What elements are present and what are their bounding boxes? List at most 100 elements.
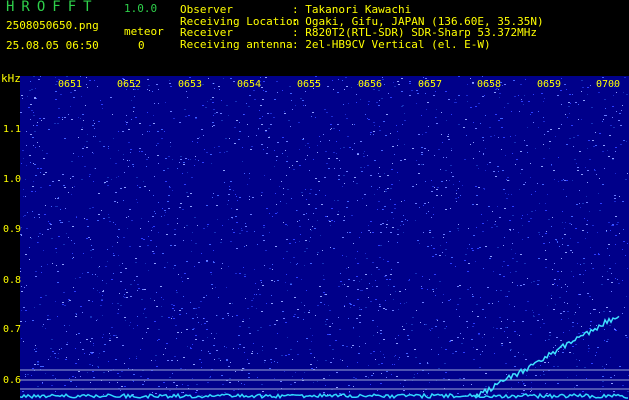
noise-speck (66, 357, 67, 358)
noise-speck (370, 132, 372, 133)
noise-speck (284, 111, 285, 112)
noise-speck (331, 128, 332, 129)
noise-speck (582, 230, 584, 231)
noise-speck (201, 324, 202, 325)
noise-speck (41, 120, 42, 121)
noise-speck (86, 339, 88, 340)
noise-speck (297, 221, 298, 222)
noise-speck (135, 117, 137, 118)
noise-speck (561, 287, 562, 288)
noise-speck (89, 208, 91, 209)
noise-speck (95, 168, 96, 169)
noise-speck (551, 295, 552, 296)
noise-speck (619, 366, 621, 367)
noise-speck (161, 138, 163, 139)
noise-speck (527, 237, 528, 238)
noise-speck (324, 109, 326, 110)
noise-speck (259, 294, 261, 295)
noise-speck (177, 168, 178, 169)
noise-speck (232, 316, 233, 317)
noise-speck (86, 84, 87, 85)
noise-speck (466, 95, 468, 96)
noise-speck (399, 180, 400, 181)
noise-speck (214, 113, 216, 114)
noise-speck (555, 355, 556, 356)
noise-speck (149, 90, 150, 91)
noise-speck (223, 78, 224, 79)
noise-speck (68, 237, 69, 238)
noise-speck (95, 136, 96, 137)
noise-speck (272, 264, 273, 265)
noise-speck (500, 290, 502, 291)
noise-speck (236, 120, 238, 121)
noise-speck (297, 309, 299, 310)
noise-speck (232, 229, 233, 230)
noise-speck (593, 268, 594, 269)
noise-speck (595, 309, 596, 310)
noise-speck (516, 159, 518, 160)
noise-speck (349, 303, 351, 304)
noise-speck (166, 343, 168, 344)
noise-speck (539, 203, 540, 204)
noise-speck (468, 263, 470, 264)
noise-speck (368, 225, 369, 226)
noise-speck (490, 256, 492, 257)
noise-speck (590, 247, 591, 248)
noise-speck (21, 310, 22, 311)
noise-speck (392, 364, 393, 365)
noise-speck (467, 271, 469, 272)
noise-speck (310, 189, 312, 190)
noise-speck (84, 166, 86, 167)
noise-speck (401, 78, 403, 79)
noise-speck (487, 220, 488, 221)
noise-speck (344, 216, 345, 217)
noise-speck (287, 156, 288, 157)
noise-speck (377, 189, 378, 190)
noise-speck (348, 267, 349, 268)
noise-speck (342, 80, 343, 81)
noise-speck (101, 300, 103, 301)
noise-speck (222, 384, 224, 385)
noise-speck (418, 173, 420, 174)
noise-speck (445, 249, 447, 250)
noise-speck (618, 283, 620, 284)
noise-speck (37, 362, 39, 363)
noise-speck (442, 142, 443, 143)
noise-speck (617, 222, 619, 223)
noise-speck (415, 220, 416, 221)
noise-speck (451, 257, 453, 258)
noise-speck (82, 114, 84, 115)
noise-speck (427, 289, 428, 290)
noise-speck (347, 201, 349, 202)
noise-speck (610, 377, 612, 378)
noise-speck (473, 235, 475, 236)
noise-speck (118, 255, 119, 256)
noise-speck (499, 274, 501, 275)
noise-speck (514, 366, 516, 367)
noise-speck (74, 186, 75, 187)
noise-speck (564, 180, 566, 181)
noise-speck (89, 80, 91, 81)
noise-speck (239, 273, 241, 274)
noise-speck (68, 301, 69, 302)
noise-speck (615, 330, 617, 331)
noise-speck (71, 194, 72, 195)
noise-speck (83, 253, 84, 254)
noise-speck (587, 148, 588, 149)
noise-speck (381, 363, 383, 364)
noise-speck (128, 166, 129, 167)
noise-speck (409, 279, 410, 280)
noise-speck (378, 269, 380, 270)
noise-speck (239, 131, 241, 132)
noise-speck (31, 375, 32, 376)
noise-speck (39, 217, 40, 218)
noise-speck (365, 253, 366, 254)
noise-speck (416, 90, 418, 91)
noise-speck (472, 250, 474, 251)
noise-speck (455, 266, 456, 267)
noise-speck (484, 394, 486, 395)
noise-speck (234, 143, 236, 144)
noise-speck (282, 153, 283, 154)
noise-speck (244, 173, 245, 174)
noise-speck (168, 195, 170, 196)
